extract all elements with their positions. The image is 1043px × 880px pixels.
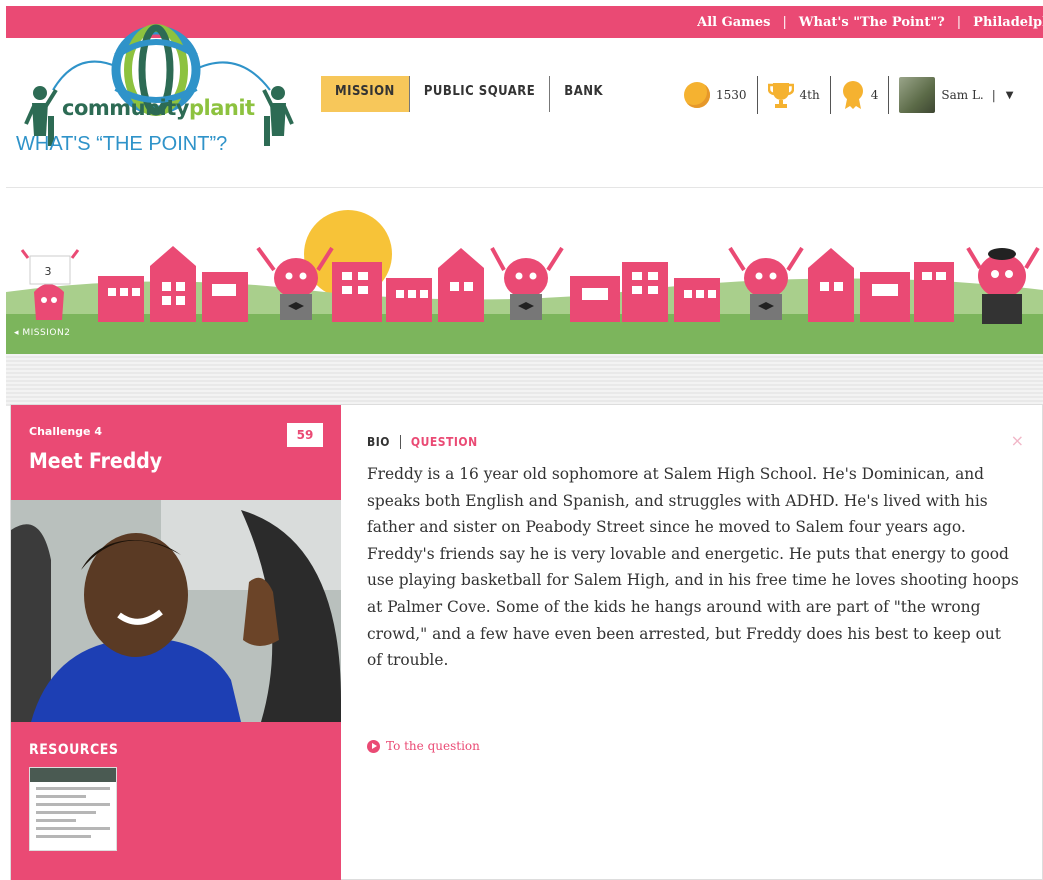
user-menu-separator: | [991,88,996,102]
logo-subtitle: WHAT'S “THE POINT”? [16,133,228,155]
bio-text: Freddy is a 16 year old sophomore at Sal… [367,465,1019,670]
current-mission-number: 3 [45,265,52,278]
resource-thumb-line [36,819,76,822]
resource-thumb-line [36,835,91,838]
previous-mission-link[interactable]: ◂ MISSION2 [14,328,70,338]
all-games-link[interactable]: All Games [697,15,770,30]
city-game-link[interactable]: Philadelphia20 [973,15,1043,30]
town-skyline-illustration: 3 [6,210,1043,354]
user-menu[interactable]: Sam L. | ▼ [889,76,1023,114]
user-name: Sam L. [941,88,984,102]
resource-thumb-line [36,811,96,814]
community-planit-logo[interactable]: communityplanit WHAT'S “THE POINT”? [8,8,308,188]
nav-mission[interactable]: MISSION [321,76,410,112]
avatar [899,77,936,113]
resource-thumb-line [36,803,110,806]
to-question-link[interactable]: To the question [367,739,480,753]
trophy-icon [767,83,794,108]
resource-thumb-line [36,827,110,830]
player-stats: 1530 4th 4 Sam L. | ▼ [684,76,1023,114]
page: All Games | What's "The Point"? | Philad… [6,6,1043,880]
challenge-tabs: BIO QUESTION [367,435,478,449]
rank-value: 4th [799,88,820,102]
badge-icon [842,81,863,109]
top-nav-separator: | [782,14,787,30]
badges-stat[interactable]: 4 [831,76,890,114]
logo-community: community [62,96,189,120]
badges-value: 4 [870,88,879,102]
chevron-down-icon[interactable]: ▼ [1006,90,1014,101]
challenge-label: Challenge 4 [29,425,102,438]
challenge-title: Meet Freddy [29,449,163,473]
play-circle-icon [367,739,380,753]
mission-banner: 3 ◂ MISSION2 [6,196,1043,354]
resource-thumbnail[interactable] [29,767,117,851]
resource-thumb-line [36,787,110,790]
logo-planit: planit [188,96,255,120]
whats-the-point-link[interactable]: What's "The Point"? [799,15,945,30]
top-nav-separator: | [956,14,962,30]
main-nav: MISSION PUBLIC SQUARE BANK [321,76,617,112]
coins-value: 1530 [716,88,747,102]
nav-bank[interactable]: BANK [550,76,617,112]
logo-wordmark: communityplanit [62,96,255,120]
resource-thumb-line [36,795,86,798]
nav-public-square[interactable]: PUBLIC SQUARE [410,76,551,112]
coins-stat[interactable]: 1530 [684,76,758,114]
rank-stat[interactable]: 4th [758,76,831,114]
site-header: communityplanit WHAT'S “THE POINT”? MISS… [6,24,1043,188]
freddy-photo-illustration [11,500,341,722]
resources-title: RESOURCES [29,742,119,758]
pattern-strip [6,354,1043,406]
freddy-photo [11,500,341,722]
challenge-content: BIO QUESTION × Freddy is a 16 year old s… [361,405,1043,880]
tab-question[interactable]: QUESTION [401,435,478,449]
to-question-label: To the question [386,739,480,753]
challenge-sidebar: Challenge 4 Meet Freddy 59 RESOURCES [11,405,341,880]
tab-bio[interactable]: BIO [367,435,401,449]
resource-thumb-header [30,768,116,782]
close-icon[interactable]: × [1011,431,1024,450]
challenge-panel: Challenge 4 Meet Freddy 59 RESOURCES BIO… [10,404,1043,880]
coin-icon [684,82,710,108]
top-nav: All Games | What's "The Point"? | Philad… [697,6,1043,38]
response-count-badge[interactable]: 59 [287,423,323,447]
